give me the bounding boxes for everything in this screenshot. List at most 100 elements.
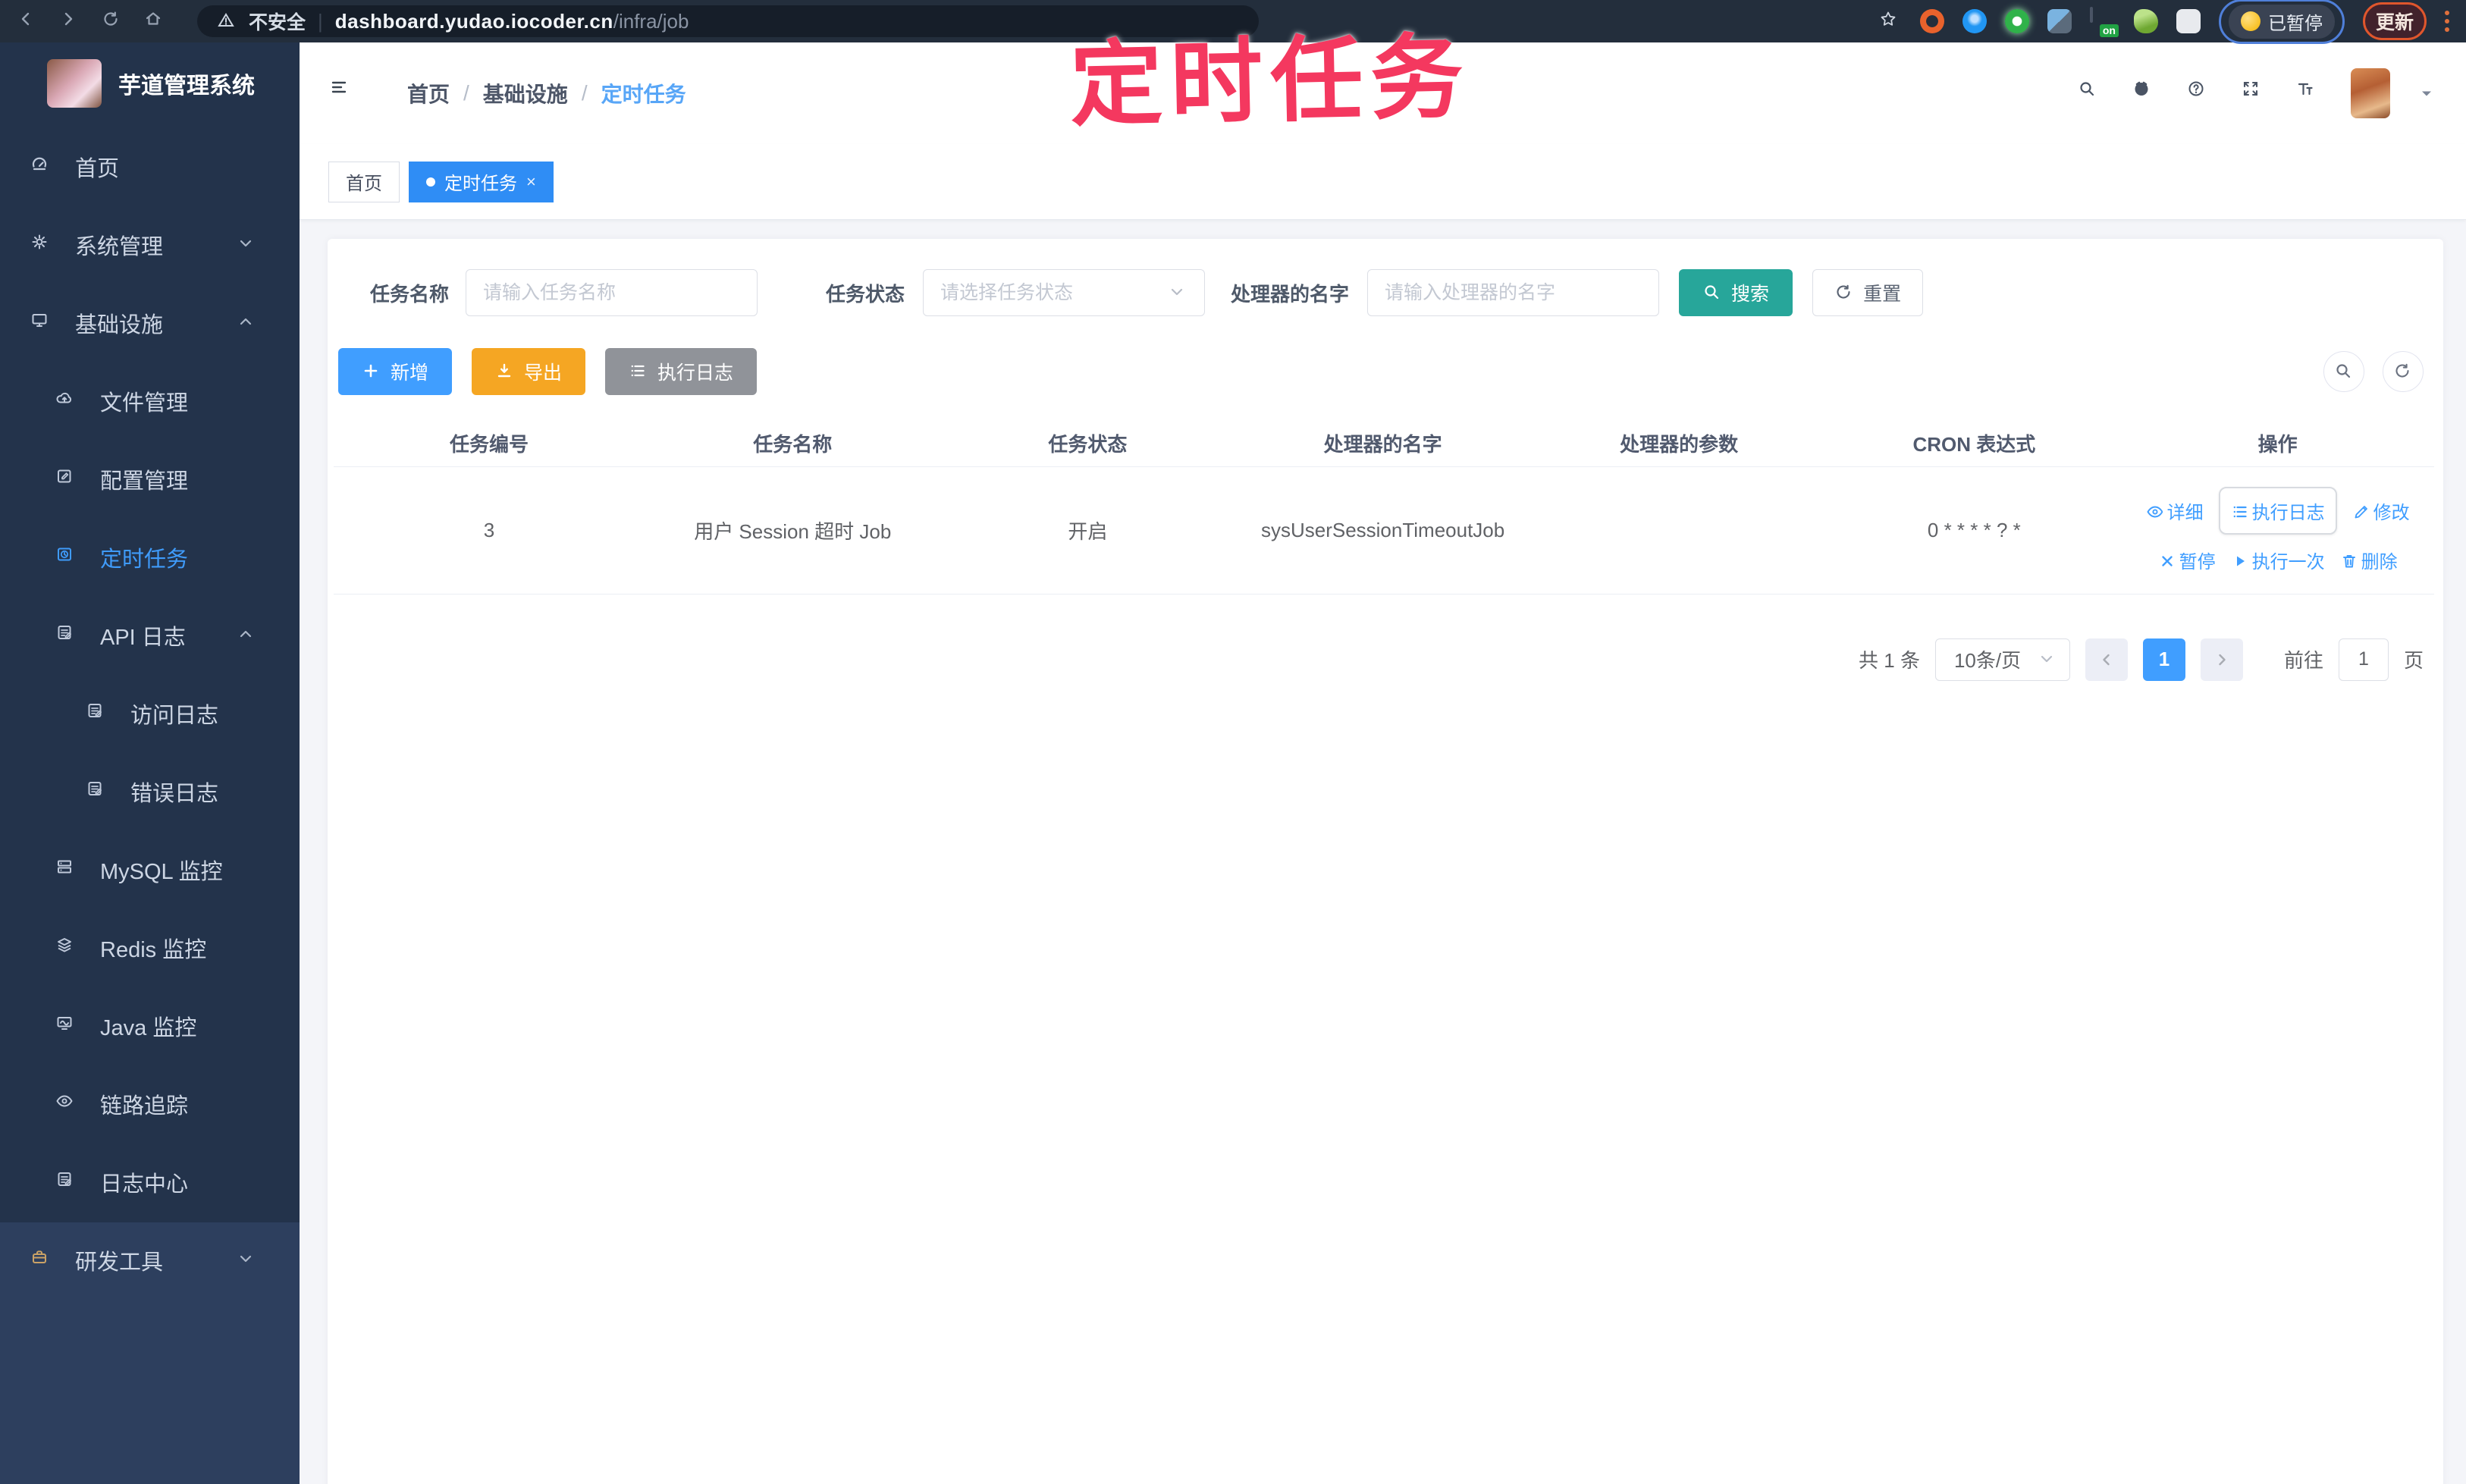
extension-orange-icon[interactable]	[1919, 9, 1944, 33]
url-path: /infra/job	[613, 9, 689, 33]
sidebar-item-config-mgmt[interactable]: 配置管理	[0, 440, 300, 518]
reset-button[interactable]: 重置	[1812, 269, 1924, 316]
tab-scheduled-jobs[interactable]: 定时任务 ×	[409, 161, 554, 202]
sidebar-item-redis-monitor[interactable]: Redis 监控	[0, 908, 300, 987]
sidebar-item-scheduled-jobs[interactable]: 定时任务	[0, 518, 300, 596]
add-button[interactable]: 新增	[338, 348, 453, 395]
bookmark-star-icon[interactable]	[1879, 10, 1902, 33]
extension-puzzle-blue-icon[interactable]	[2047, 9, 2072, 33]
extension-on-badge: on	[2099, 24, 2119, 37]
page-size-select[interactable]: 10条/页	[1934, 638, 2070, 681]
paused-extension-pill[interactable]: 已暂停	[2228, 4, 2335, 39]
sidebar-item-file-mgmt[interactable]: 文件管理	[0, 362, 300, 440]
edit-link[interactable]: 修改	[2352, 497, 2410, 524]
download-icon	[497, 363, 511, 378]
jobs-card: 任务名称 任务状态 处理器的名字 搜索	[328, 239, 2443, 1484]
handler-name-input[interactable]	[1385, 281, 1642, 304]
active-tab-dot	[426, 177, 435, 187]
user-avatar[interactable]	[2351, 68, 2390, 118]
page-unit-label: 页	[2403, 649, 2424, 672]
forward-icon[interactable]	[59, 10, 82, 33]
page-number-button[interactable]: 1	[2142, 638, 2185, 681]
url-domain: dashboard.yudao.iocoder.cn	[334, 9, 613, 33]
select-caret-icon	[1171, 288, 1183, 296]
export-button[interactable]: 导出	[472, 348, 586, 395]
job-name-field[interactable]	[466, 269, 758, 316]
help-icon[interactable]	[2187, 80, 2214, 107]
cell-actions: 详细 执行日志 修改 暂停 执行一次 删除	[2121, 466, 2434, 595]
app-logo-row[interactable]: 芋道管理系统	[0, 42, 300, 108]
pause-link[interactable]: 暂停	[2158, 547, 2216, 573]
address-bar[interactable]: 不安全 | dashboard.yudao.iocoder.cn/infra/j…	[197, 5, 1259, 37]
prev-page-button[interactable]	[2085, 638, 2128, 681]
edit-square-icon	[58, 469, 71, 482]
col-handler-name: 处理器的名字	[1235, 421, 1531, 467]
x-icon	[2161, 555, 2173, 566]
detail-link[interactable]: 详细	[2146, 497, 2204, 524]
sidebar-item-home[interactable]: 首页	[0, 127, 300, 206]
refresh-table-button[interactable]	[2383, 351, 2424, 392]
browser-menu-icon[interactable]	[2445, 11, 2449, 32]
cell-job-id: 3	[334, 466, 645, 595]
sidebar-item-system-mgmt[interactable]: 系统管理	[0, 206, 300, 284]
sidebar-item-devtools[interactable]: 研发工具	[0, 1221, 300, 1299]
search-icon	[2336, 364, 2351, 378]
extension-leaf-icon[interactable]	[2133, 9, 2158, 33]
execution-log-button[interactable]: 执行日志	[605, 348, 758, 395]
toggle-search-button[interactable]	[2323, 351, 2364, 392]
handler-name-field[interactable]	[1367, 269, 1660, 316]
sidebar-item-infrastructure[interactable]: 基础设施	[0, 284, 300, 362]
monitor-icon	[32, 313, 47, 327]
next-page-button[interactable]	[2200, 638, 2243, 681]
content-area: 任务名称 任务状态 处理器的名字 搜索	[300, 221, 2466, 1484]
breadcrumb-infrastructure[interactable]: 基础设施	[483, 78, 568, 108]
doc-edit-icon	[58, 625, 72, 639]
breadcrumb-home[interactable]: 首页	[407, 78, 450, 108]
sidebar-item-access-log[interactable]: 访问日志	[0, 674, 300, 752]
doc-edit-icon	[58, 1172, 72, 1186]
delete-link[interactable]: 删除	[2340, 547, 2398, 573]
tab-strip: 首页 定时任务 ×	[300, 144, 2466, 220]
tab-home[interactable]: 首页	[328, 161, 400, 202]
cell-cron: 0 * * * * ? *	[1827, 466, 2122, 595]
github-icon[interactable]	[2132, 80, 2160, 107]
extension-white-puzzle-icon[interactable]	[2176, 9, 2201, 33]
job-status-input[interactable]	[940, 281, 1169, 304]
back-icon[interactable]	[17, 10, 39, 33]
sidebar-item-api-log[interactable]: API 日志	[0, 596, 300, 674]
close-tab-icon[interactable]: ×	[526, 172, 536, 192]
filter-form: 任务名称 任务状态 处理器的名字 搜索	[334, 269, 2434, 316]
sidebar-item-trace[interactable]: 链路追踪	[0, 1065, 300, 1143]
sidebar-item-java-monitor[interactable]: Java 监控	[0, 987, 300, 1065]
extension-dark-icon[interactable]: on	[2089, 7, 2119, 37]
job-name-input[interactable]	[483, 281, 741, 304]
home-icon[interactable]	[144, 10, 167, 33]
chevron-up-icon	[240, 630, 252, 637]
search-icon[interactable]	[2078, 80, 2105, 107]
layers-icon	[58, 937, 71, 952]
caret-down-icon[interactable]	[2417, 84, 2436, 102]
sidebar-item-log-center[interactable]: 日志中心	[0, 1143, 300, 1221]
sidebar-menu: 首页 系统管理 基础设施 文件管理 配置管理 定时任务 API 日志 访问日志 …	[0, 127, 300, 1299]
search-button[interactable]: 搜索	[1679, 269, 1793, 316]
row-execution-log-link[interactable]: 执行日志	[2218, 487, 2337, 535]
job-status-select[interactable]	[923, 269, 1206, 316]
cell-job-name: 用户 Session 超时 Job	[644, 466, 941, 595]
run-once-link[interactable]: 执行一次	[2231, 547, 2325, 573]
dashboard-icon	[32, 157, 47, 170]
reload-icon[interactable]	[102, 10, 124, 33]
pagination: 共 1 条 10条/页 1 前往 页	[334, 638, 2434, 681]
browser-update-button[interactable]: 更新	[2376, 8, 2414, 35]
eye-icon	[2147, 506, 2163, 517]
extension-green-circle-icon[interactable]	[2004, 9, 2029, 33]
sidebar-item-error-log[interactable]: 错误日志	[0, 752, 300, 830]
toolbar: 新增 导出 执行日志	[334, 348, 2434, 395]
fullscreen-icon[interactable]	[2242, 80, 2269, 107]
extension-blue-drop-icon[interactable]	[1962, 9, 1987, 33]
goto-label: 前往	[2283, 649, 2323, 672]
col-handler-param: 处理器的参数	[1530, 421, 1828, 467]
font-size-icon[interactable]	[2296, 80, 2323, 107]
goto-page-input[interactable]	[2338, 638, 2389, 681]
sidebar-fold-icon[interactable]	[330, 78, 360, 108]
sidebar-item-mysql-monitor[interactable]: MySQL 监控	[0, 830, 300, 908]
